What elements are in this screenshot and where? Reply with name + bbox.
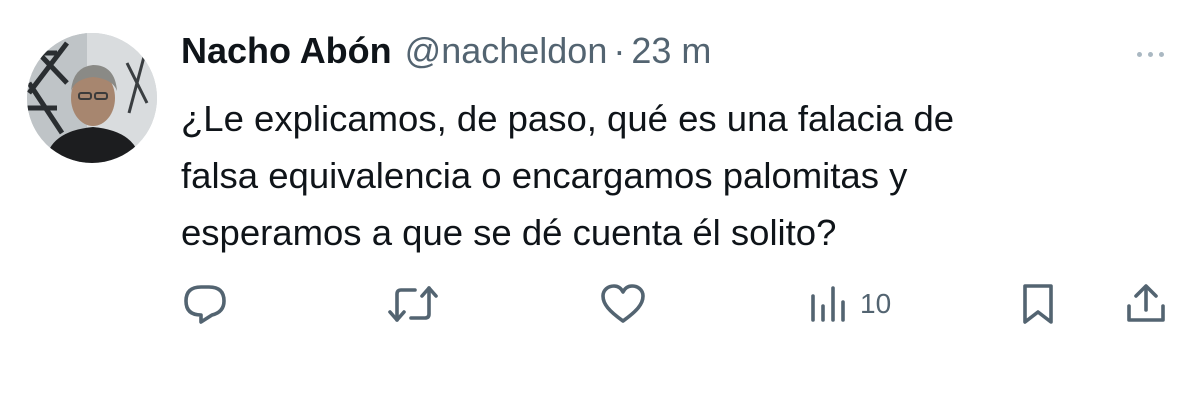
tweet-text-line: falsa equivalencia o encargamos palomita… bbox=[181, 155, 908, 196]
retweet-icon bbox=[388, 286, 438, 322]
tweet-text-line: esperamos a que se dé cuenta él solito? bbox=[181, 212, 837, 253]
share-button[interactable] bbox=[1124, 282, 1168, 326]
bookmark-icon bbox=[1023, 284, 1053, 324]
views-count: 10 bbox=[860, 288, 892, 319]
like-button[interactable] bbox=[599, 282, 647, 326]
heart-icon bbox=[601, 284, 645, 323]
tweet-text: ¿Le explicamos, de paso, qué es una fala… bbox=[181, 90, 1141, 261]
avatar[interactable] bbox=[27, 33, 157, 163]
share-icon bbox=[1127, 284, 1165, 322]
views-bar-chart-icon bbox=[811, 286, 845, 322]
author-handle[interactable]: @nacheldon bbox=[405, 30, 608, 72]
more-dot-icon bbox=[1158, 51, 1164, 57]
more-dot-icon bbox=[1136, 51, 1142, 57]
more-dot-icon bbox=[1147, 51, 1153, 57]
tweet-header: Nacho Abón @nacheldon · 23 m bbox=[181, 30, 711, 82]
tweet-text-line: ¿Le explicamos, de paso, qué es una fala… bbox=[181, 98, 955, 139]
avatar-photo bbox=[27, 33, 157, 163]
bookmark-button[interactable] bbox=[1018, 282, 1058, 326]
separator-dot: · bbox=[613, 30, 626, 71]
author-name[interactable]: Nacho Abón bbox=[181, 30, 392, 72]
views-button[interactable]: 10 bbox=[808, 282, 891, 326]
timestamp[interactable]: 23 m bbox=[631, 30, 711, 72]
reply-icon bbox=[184, 285, 226, 324]
reply-button[interactable] bbox=[181, 282, 229, 326]
retweet-button[interactable] bbox=[385, 282, 441, 326]
more-options-button[interactable] bbox=[1128, 44, 1172, 64]
